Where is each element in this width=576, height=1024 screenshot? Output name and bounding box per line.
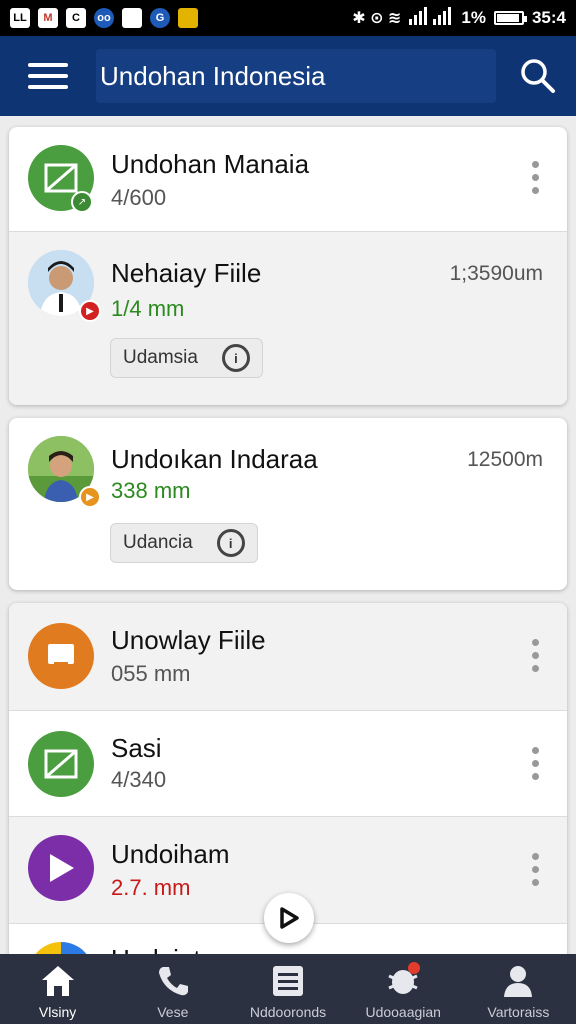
- more-options-icon[interactable]: [523, 849, 547, 889]
- category-chip[interactable]: Udancia i: [110, 523, 258, 563]
- more-options-icon[interactable]: [523, 743, 547, 783]
- g-notification-icon: G: [150, 8, 170, 28]
- list-item[interactable]: ▶ Nehaiay Fiile 1/4 mm 1;3590um Udamsia …: [9, 231, 567, 405]
- messenger-notification-icon: oo: [94, 8, 114, 28]
- item-title: Undoıkan Indaraa: [111, 444, 318, 474]
- video-badge-icon: ▶: [79, 300, 101, 322]
- nav-profile[interactable]: Vartoraiss: [461, 954, 576, 1024]
- phone-icon: [158, 967, 188, 996]
- nav-label: Vese: [157, 1004, 189, 1020]
- more-options-icon[interactable]: [523, 635, 547, 675]
- app-bar: Undohan Indonesia: [0, 36, 576, 116]
- category-chip[interactable]: Udamsia i: [110, 338, 263, 378]
- search-icon[interactable]: [518, 56, 558, 96]
- yellow-app-notification-icon: [178, 8, 198, 28]
- page-title: Undohan Indonesia: [96, 49, 496, 103]
- home-icon: [41, 966, 74, 996]
- nav-label: Nddooronds: [249, 1004, 327, 1020]
- item-meta: 12500m: [467, 448, 543, 471]
- file-card-2: ▶ Undoıkan Indaraa 338 mm 12500m Udancia…: [9, 418, 567, 590]
- warning-badge-icon: ▶: [79, 486, 101, 508]
- item-title: Sasi: [111, 733, 162, 763]
- notification-icons: LL M C oo G: [10, 8, 198, 28]
- signal-bars-icon: [409, 6, 453, 30]
- info-icon: i: [216, 529, 245, 557]
- person-icon: [504, 966, 533, 997]
- item-subtitle: 338 mm: [111, 478, 191, 503]
- item-subtitle: 4/600: [111, 185, 167, 210]
- notification-badge: [407, 962, 420, 974]
- item-title: Undohan Manaia: [111, 149, 310, 179]
- item-title: Unowlay Fiile: [111, 625, 266, 655]
- connectivity-icons: ✱ ⊙ ≋: [352, 10, 402, 27]
- file-card-1: ↗ Undohan Manaia 4/600 ▶ Nehaiay Fiile 1…: [9, 127, 567, 405]
- green-video-icon: [28, 731, 94, 797]
- item-meta: 1;3590um: [449, 262, 543, 285]
- chrome-notification-icon: C: [66, 8, 86, 28]
- bottom-navigation: Vlsiny Vese Nddooronds Udooaagian Vartor…: [0, 954, 576, 1024]
- app-notification-icon: LL: [10, 8, 30, 28]
- item-subtitle: 1/4 mm: [111, 296, 185, 321]
- nav-label: Udooaagian: [365, 1004, 441, 1020]
- list-item[interactable]: ▶ Undoıkan Indaraa 338 mm 12500m Udancia…: [9, 418, 567, 590]
- item-title: Nehaiay Fiile: [111, 258, 262, 288]
- play-button[interactable]: [264, 893, 314, 943]
- battery-percent: 1%: [461, 8, 486, 27]
- list-item[interactable]: ↗ Undohan Manaia 4/600: [9, 127, 567, 231]
- chip-label: Udamsia: [123, 347, 198, 368]
- purple-play-icon: [28, 835, 94, 901]
- item-subtitle: 2.7. mm: [111, 875, 191, 900]
- nav-notifications[interactable]: Udooaagian: [346, 954, 461, 1024]
- orange-file-icon: [28, 623, 94, 689]
- info-icon: i: [221, 344, 250, 372]
- list-item[interactable]: Unowlay Fiile 055 mm: [9, 603, 567, 710]
- battery-icon: [493, 11, 527, 25]
- nav-documents[interactable]: Nddooronds: [230, 954, 345, 1024]
- nav-calls[interactable]: Vese: [115, 954, 230, 1024]
- nav-label: Vlsiny: [38, 1004, 77, 1020]
- mail-notification-icon: M: [38, 8, 58, 28]
- nav-home[interactable]: Vlsiny: [0, 954, 115, 1024]
- nav-label: Vartoraiss: [487, 1004, 550, 1020]
- status-bar: LL M C oo G ✱ ⊙ ≋ 1% 35:4: [0, 0, 576, 36]
- item-subtitle: 4/340: [111, 767, 167, 792]
- play-icon: [280, 907, 299, 929]
- hamburger-icon[interactable]: [0, 36, 96, 116]
- item-title: Undoiham: [111, 839, 230, 869]
- chip-label: Udancia: [123, 532, 193, 553]
- sync-badge-icon: ↗: [71, 191, 93, 213]
- more-options-icon[interactable]: [523, 157, 547, 197]
- image-notification-icon: [122, 8, 142, 28]
- clock: 35:4: [531, 8, 566, 27]
- item-subtitle: 055 mm: [111, 661, 191, 686]
- list-item[interactable]: Sasi 4/340: [9, 710, 567, 816]
- list-icon: [273, 966, 303, 996]
